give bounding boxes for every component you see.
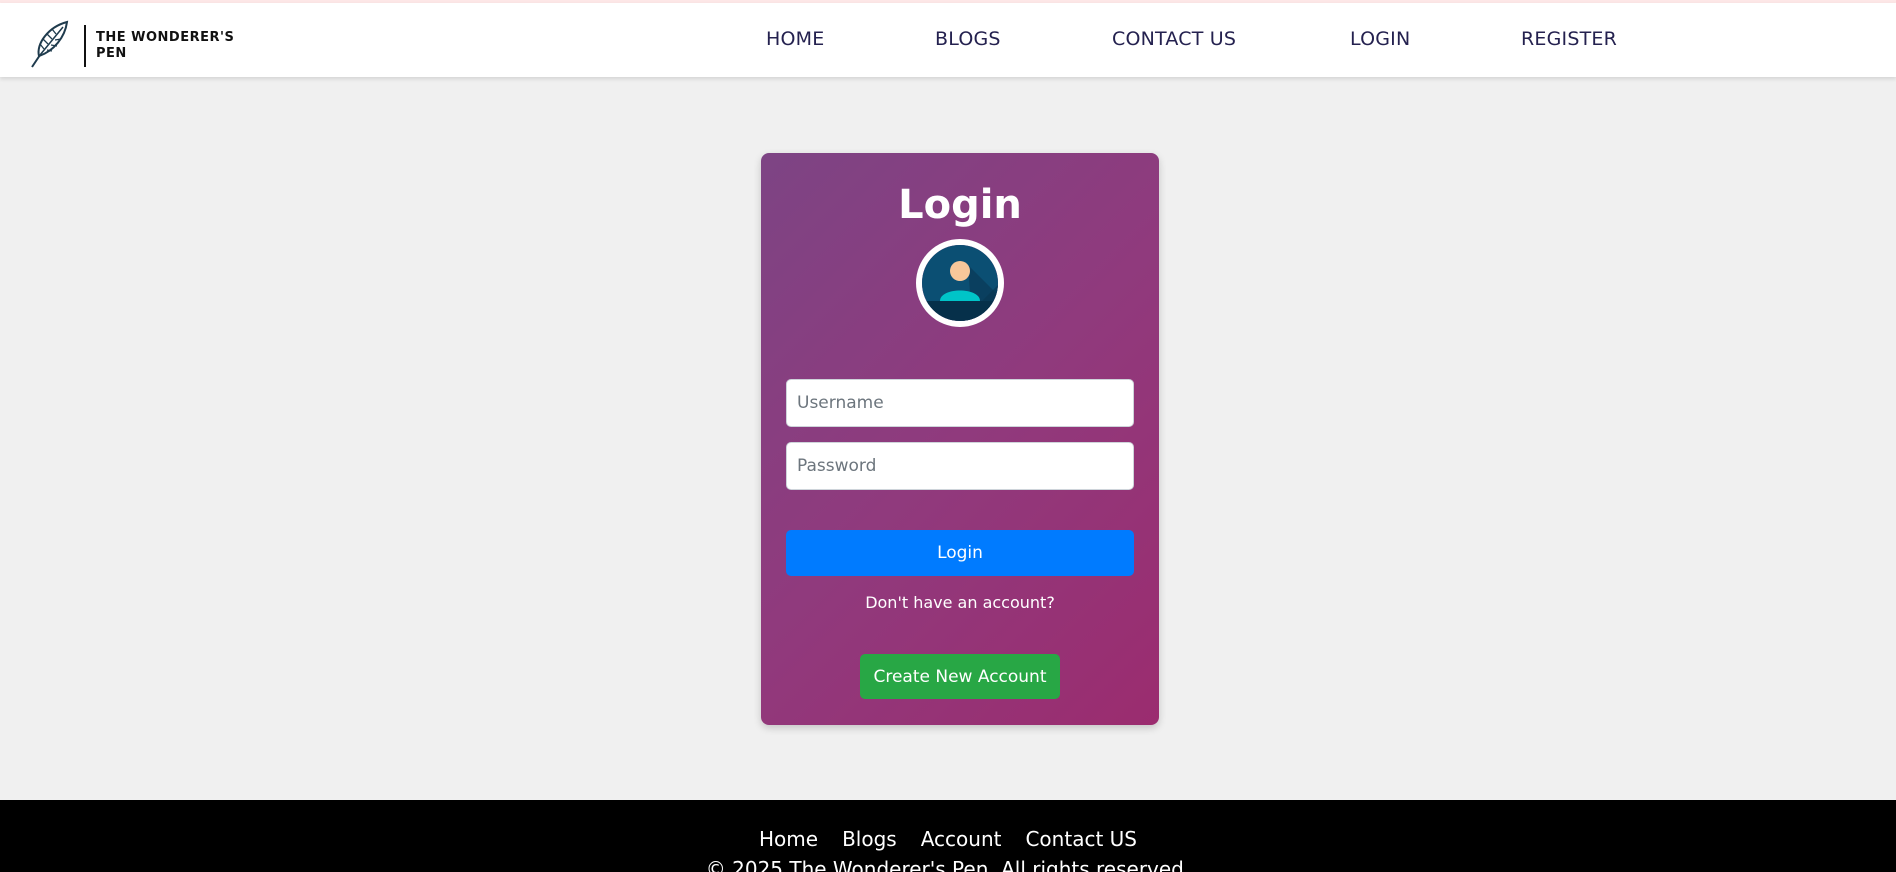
nav-contact-us[interactable]: CONTACT US <box>1112 28 1236 50</box>
footer-nav: Home Blogs Account Contact US <box>0 827 1896 851</box>
nav-home[interactable]: HOME <box>766 28 824 50</box>
password-input[interactable] <box>786 442 1134 490</box>
user-avatar-icon <box>916 239 1004 327</box>
nav-register[interactable]: REGISTER <box>1521 28 1617 50</box>
login-title: Login <box>898 182 1022 228</box>
footer-link-account[interactable]: Account <box>921 827 1002 851</box>
footer-link-contact-us[interactable]: Contact US <box>1025 827 1137 851</box>
feather-quill-icon <box>26 19 72 73</box>
footer: Home Blogs Account Contact US © 2025 The… <box>0 800 1896 872</box>
navbar: THE WONDERER'S PEN HOME BLOGS CONTACT US… <box>0 3 1896 77</box>
no-account-text: Don't have an account? <box>865 593 1055 612</box>
footer-link-home[interactable]: Home <box>759 827 818 851</box>
login-card: Login Login Don't have an account? Creat… <box>761 153 1159 725</box>
login-button[interactable]: Login <box>786 530 1134 576</box>
footer-link-blogs[interactable]: Blogs <box>842 827 897 851</box>
brand[interactable]: THE WONDERER'S PEN <box>26 19 256 73</box>
username-input[interactable] <box>786 379 1134 427</box>
main-content: Login Login Don't have an account? Creat… <box>0 77 1896 800</box>
nav-login[interactable]: LOGIN <box>1350 28 1410 50</box>
copyright-text: © 2025 The Wonderer's Pen. All rights re… <box>705 857 1191 872</box>
nav-blogs[interactable]: BLOGS <box>935 28 1001 50</box>
brand-divider <box>84 25 86 67</box>
brand-name: THE WONDERER'S PEN <box>96 30 235 61</box>
create-account-button[interactable]: Create New Account <box>860 654 1060 699</box>
